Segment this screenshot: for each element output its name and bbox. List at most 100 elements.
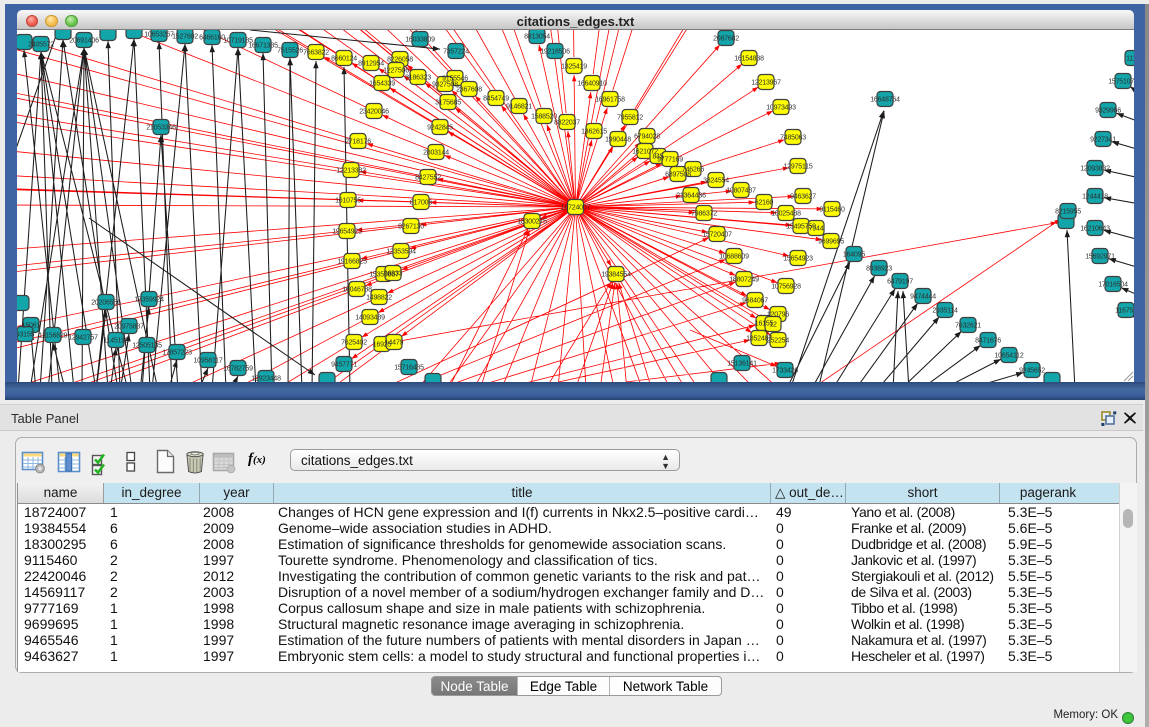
- svg-text:2803144: 2803144: [423, 149, 449, 156]
- svg-text:17857223: 17857223: [162, 349, 192, 356]
- svg-text:164095: 164095: [843, 251, 865, 258]
- svg-text:9146821: 9146821: [506, 103, 532, 110]
- svg-text:116753: 116753: [1115, 307, 1134, 314]
- svg-text:8938923: 8938923: [866, 265, 892, 272]
- svg-text:6794028: 6794028: [634, 133, 660, 140]
- svg-text:10756928: 10756928: [771, 283, 801, 290]
- svg-text:8186323: 8186323: [405, 74, 431, 81]
- svg-text:8813054: 8813054: [524, 33, 550, 40]
- svg-text:9474444: 9474444: [910, 293, 936, 300]
- svg-text:15720407: 15720407: [702, 231, 732, 238]
- svg-text:817006: 817006: [410, 199, 432, 206]
- svg-text:7515526: 7515526: [277, 47, 303, 54]
- svg-text:12213382: 12213382: [336, 167, 366, 174]
- svg-text:16782759: 16782759: [223, 365, 253, 372]
- svg-text:10688609: 10688609: [719, 253, 749, 260]
- svg-text:23420046: 23420046: [359, 108, 389, 115]
- svg-text:15136141: 15136141: [727, 360, 757, 367]
- svg-text:19218506: 19218506: [540, 48, 570, 55]
- svg-text:2087682: 2087682: [713, 35, 739, 42]
- svg-text:18300275: 18300275: [517, 218, 547, 225]
- svg-text:9463627: 9463627: [790, 193, 816, 200]
- svg-text:15751074: 15751074: [1108, 78, 1134, 85]
- svg-text:7485063: 7485063: [780, 134, 806, 141]
- svg-text:12975115: 12975115: [783, 163, 812, 170]
- svg-text:96833: 96833: [384, 270, 403, 277]
- svg-text:12213967: 12213967: [751, 79, 781, 86]
- svg-text:18807249: 18807249: [729, 276, 759, 283]
- svg-text:8267130: 8267130: [398, 223, 424, 230]
- svg-text:17359924: 17359924: [134, 296, 164, 303]
- svg-text:12505135: 12505135: [132, 342, 162, 349]
- svg-text:2367608: 2367608: [456, 86, 482, 93]
- svg-text:16671385: 16671385: [248, 42, 278, 49]
- svg-text:2935114: 2935114: [932, 307, 958, 314]
- svg-text:16210643: 16210643: [1080, 225, 1110, 232]
- svg-text:9242845: 9242845: [427, 124, 453, 131]
- svg-text:1654339: 1654339: [369, 80, 395, 87]
- svg-text:7625402: 7625402: [341, 339, 367, 346]
- svg-text:8226058: 8226058: [387, 56, 413, 63]
- svg-text:9115460: 9115460: [819, 206, 845, 213]
- svg-text:8660124: 8660124: [331, 55, 357, 62]
- svg-text:10958117: 10958117: [193, 357, 222, 364]
- svg-text:2405572: 2405572: [28, 41, 54, 48]
- svg-text:7632621: 7632621: [955, 322, 981, 329]
- svg-text:14093489: 14093489: [355, 314, 385, 321]
- svg-text:16154838: 16154838: [734, 55, 764, 62]
- svg-text:20975887: 20975887: [114, 323, 144, 330]
- svg-text:12942757: 12942757: [68, 334, 98, 341]
- svg-text:10653267: 10653267: [144, 31, 174, 38]
- svg-text:16961758: 16961758: [595, 96, 625, 103]
- svg-text:10973493: 10973493: [766, 104, 796, 111]
- svg-text:6479197: 6479197: [887, 278, 913, 285]
- svg-text:9327508: 9327508: [432, 81, 458, 88]
- svg-text:9227341: 9227341: [1090, 136, 1116, 143]
- svg-text:62160: 62160: [755, 199, 774, 206]
- svg-text:16046788: 16046788: [342, 286, 372, 293]
- svg-text:8454749: 8454749: [483, 95, 509, 102]
- svg-text:1227506: 1227506: [383, 67, 409, 74]
- svg-text:9699695: 9699695: [818, 238, 844, 245]
- svg-text:1244418: 1244418: [1082, 193, 1108, 200]
- svg-text:19654923: 19654923: [332, 228, 362, 235]
- svg-text:1117: 1117: [1126, 55, 1134, 62]
- svg-text:10807487: 10807487: [726, 187, 756, 194]
- svg-text:14479: 14479: [385, 339, 404, 346]
- svg-text:3824554: 3824554: [703, 177, 729, 184]
- svg-text:8215955: 8215955: [1055, 208, 1081, 215]
- svg-text:1362615: 1362615: [581, 128, 607, 135]
- svg-text:16640910: 16640910: [577, 80, 607, 87]
- svg-text:1990448: 1990448: [605, 136, 631, 143]
- svg-text:21053346: 21053346: [146, 124, 176, 131]
- svg-text:20691406: 20691406: [69, 37, 99, 44]
- svg-text:12923448: 12923448: [251, 375, 281, 382]
- svg-text:1325419: 1325419: [561, 63, 587, 70]
- svg-text:8322037: 8322037: [554, 119, 580, 126]
- svg-text:1145193: 1145193: [103, 337, 129, 344]
- svg-text:15061: 15061: [22, 322, 41, 329]
- svg-text:21364436: 21364436: [676, 192, 706, 199]
- svg-text:7955812: 7955812: [617, 114, 643, 121]
- svg-text:20206556: 20206556: [91, 299, 121, 306]
- svg-text:6466160: 6466160: [199, 34, 225, 41]
- svg-text:9684067: 9684067: [742, 297, 768, 304]
- svg-text:18724007: 18724007: [561, 204, 591, 211]
- svg-text:8427552: 8427552: [415, 174, 441, 181]
- svg-text:16033809: 16033809: [405, 36, 435, 43]
- svg-text:9777169: 9777169: [657, 156, 683, 163]
- svg-text:7663822: 7663822: [303, 49, 329, 56]
- svg-text:15716485: 15716485: [394, 364, 424, 371]
- svg-text:8912954: 8912954: [358, 60, 384, 67]
- svg-text:15692971: 15692971: [1085, 253, 1115, 260]
- svg-text:7357224: 7357224: [443, 48, 469, 55]
- svg-text:9245652: 9245652: [1019, 367, 1045, 374]
- svg-text:12353594: 12353594: [386, 248, 416, 255]
- svg-text:1610755: 1610755: [335, 197, 361, 204]
- svg-text:15654923: 15654923: [783, 255, 813, 262]
- svg-text:12093832: 12093832: [1080, 165, 1110, 172]
- svg-text:120796: 120796: [767, 311, 789, 318]
- svg-text:1733426: 1733426: [772, 367, 798, 374]
- svg-text:1527602: 1527602: [172, 33, 198, 40]
- svg-text:7986372: 7986372: [691, 210, 717, 217]
